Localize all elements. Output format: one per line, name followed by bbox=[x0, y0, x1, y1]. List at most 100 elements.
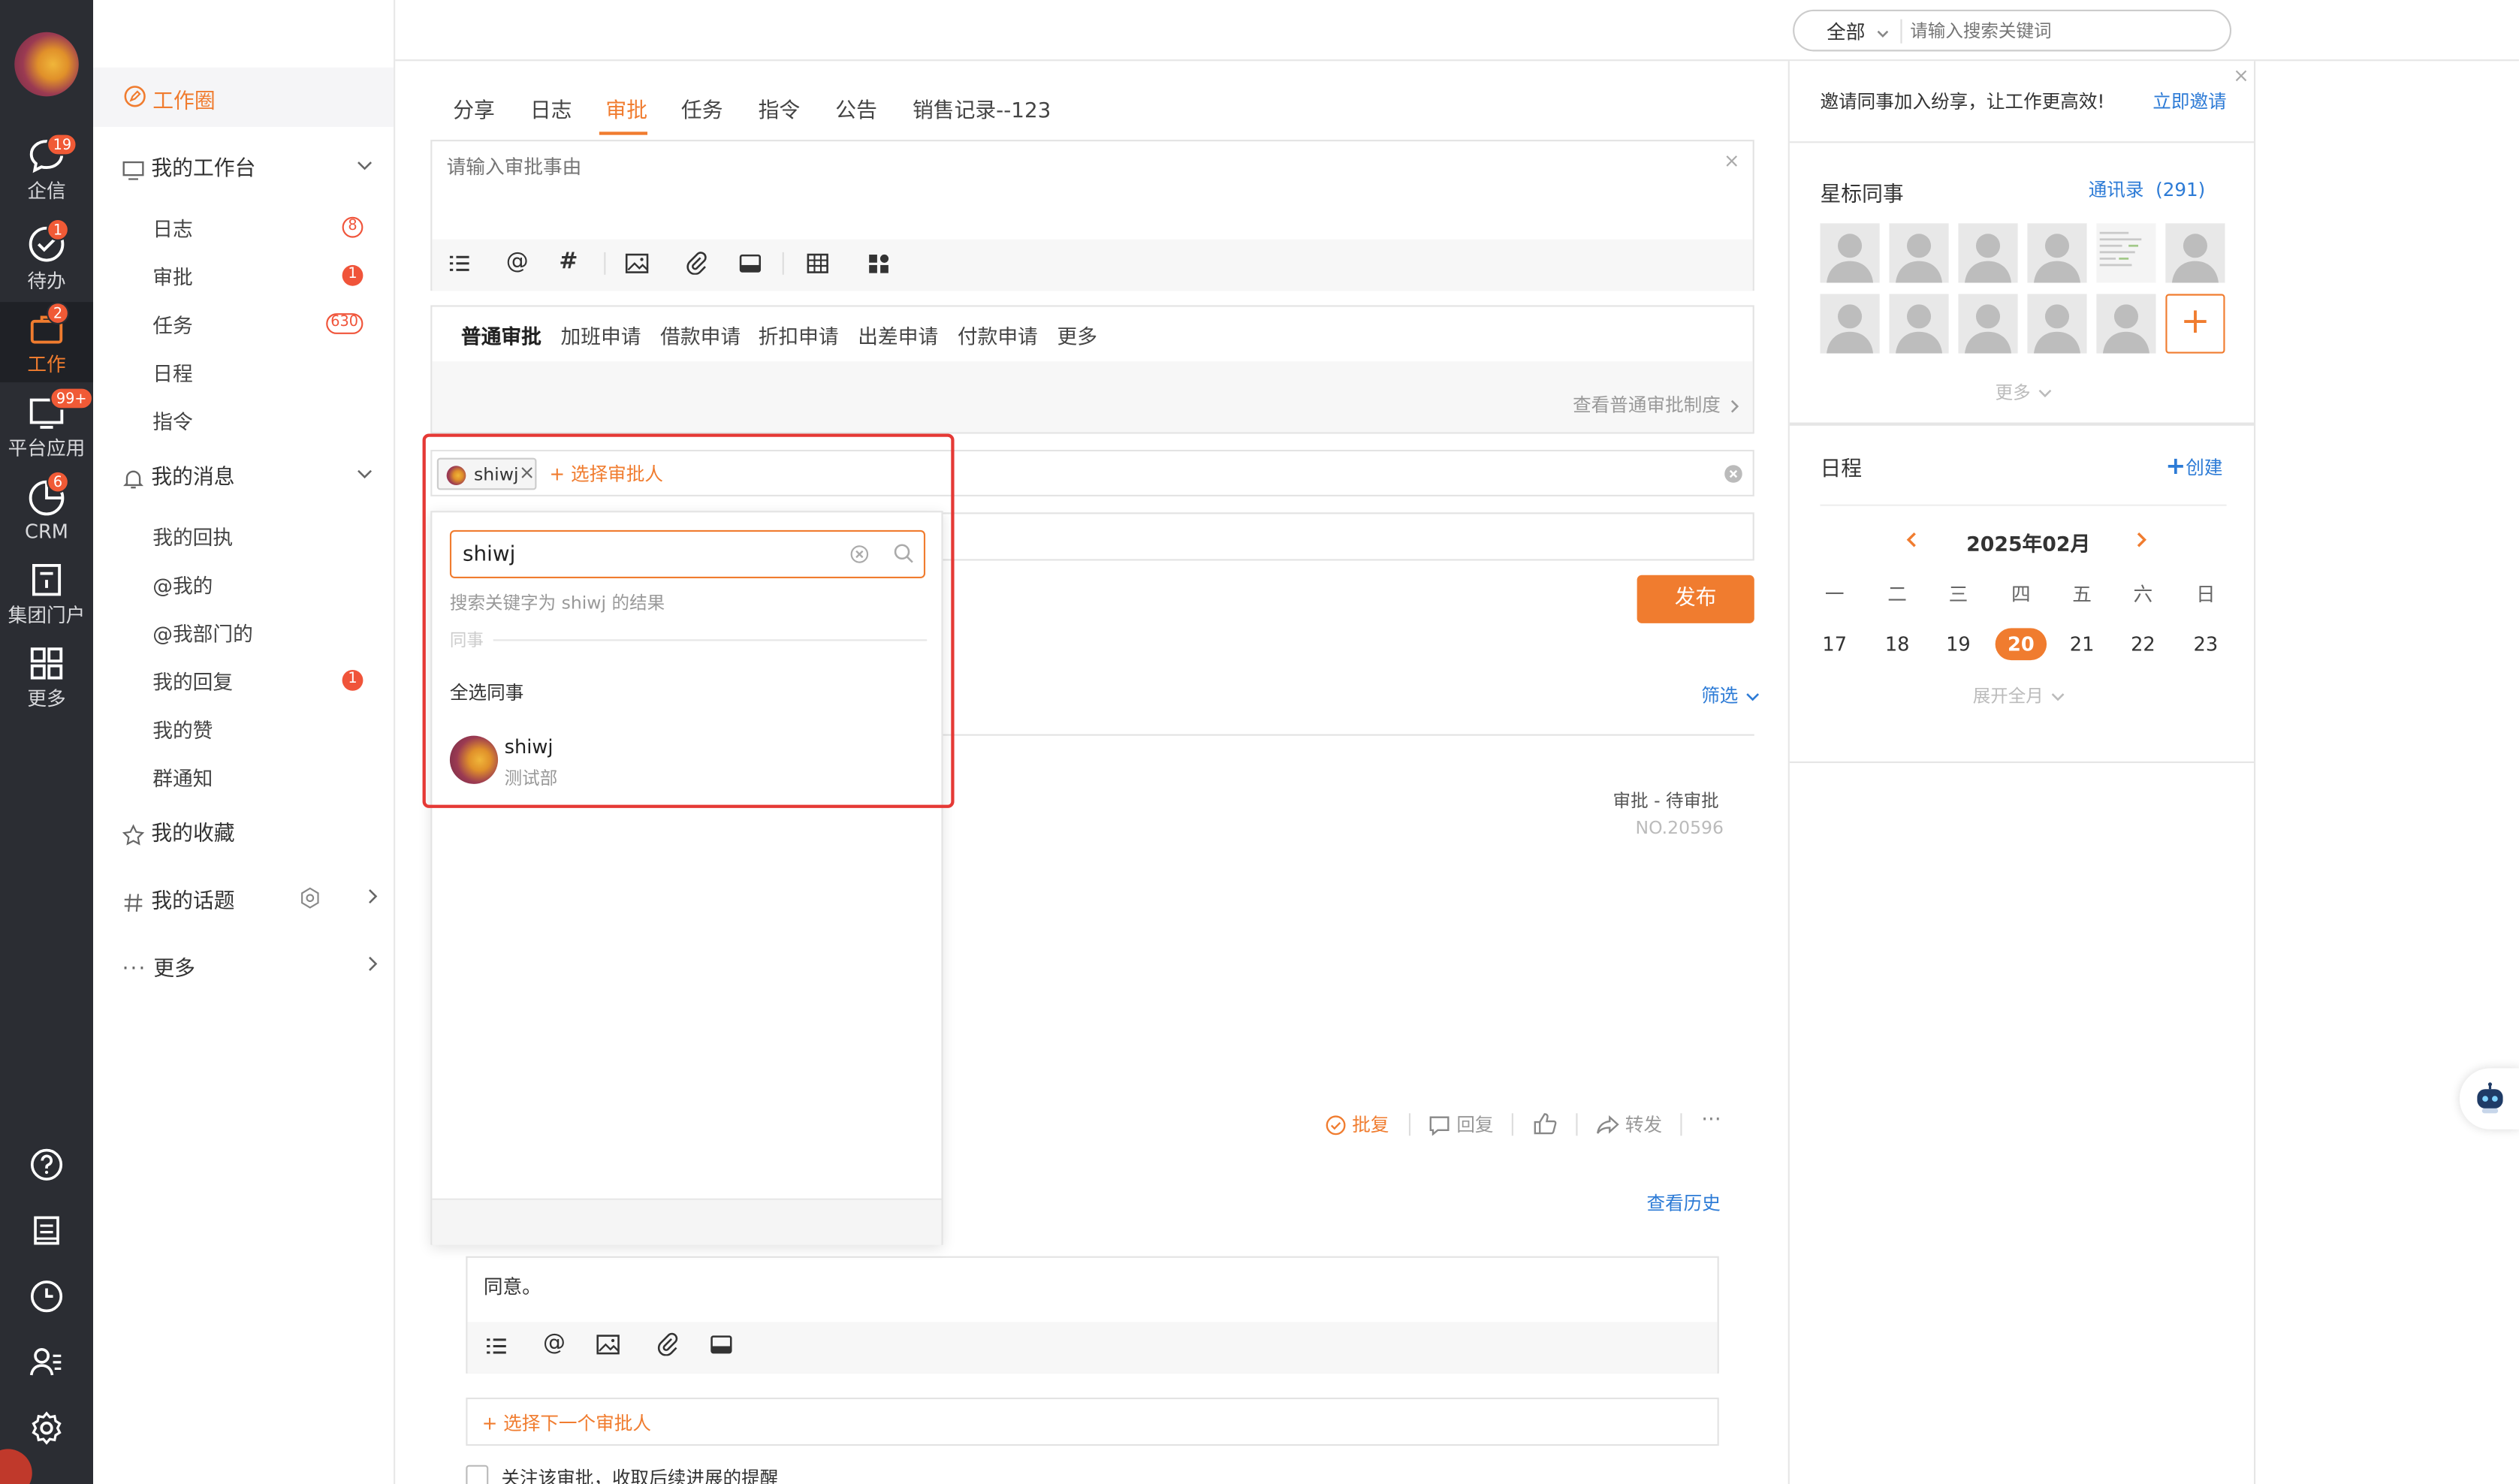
rail-item-crm[interactable]: CRM 6 bbox=[0, 470, 93, 549]
invite-link[interactable]: 立即邀请 bbox=[2152, 89, 2226, 114]
calendar-day[interactable]: 21 bbox=[2058, 633, 2106, 656]
calendar-day[interactable]: 22 bbox=[2119, 633, 2167, 656]
nav-group-messages[interactable]: 我的消息 bbox=[122, 460, 379, 490]
chevron-left-icon[interactable] bbox=[1902, 530, 1922, 550]
image-icon[interactable] bbox=[596, 1333, 620, 1356]
image-icon[interactable] bbox=[625, 252, 649, 275]
approval-type-loan[interactable]: 借款申请 bbox=[660, 320, 741, 351]
storage-disk-icon[interactable] bbox=[739, 252, 762, 275]
approval-type-travel[interactable]: 出差申请 bbox=[858, 320, 938, 351]
chevron-right-icon[interactable] bbox=[2131, 530, 2151, 550]
storage-disk-icon[interactable] bbox=[710, 1333, 732, 1356]
help-icon[interactable] bbox=[29, 1147, 65, 1189]
list-icon[interactable] bbox=[448, 252, 471, 275]
approval-type-more[interactable]: 更多 bbox=[1057, 320, 1097, 351]
history-clock-icon[interactable] bbox=[29, 1279, 65, 1321]
colleague-avatar[interactable] bbox=[1820, 294, 1880, 354]
view-history-link[interactable]: 查看历史 bbox=[1646, 1190, 1720, 1216]
table-icon[interactable] bbox=[807, 252, 829, 275]
clear-circle-icon[interactable] bbox=[1724, 464, 1743, 484]
tab-log[interactable]: 日志 bbox=[530, 93, 572, 124]
nav-item-work-circle[interactable]: 工作圈 bbox=[93, 67, 394, 127]
rail-item-group-portal[interactable]: 集团门户 bbox=[0, 563, 93, 633]
calendar-day[interactable]: 18 bbox=[1873, 633, 1921, 656]
mention-icon[interactable]: @ bbox=[543, 1330, 566, 1356]
approval-type-overtime[interactable]: 加班申请 bbox=[561, 320, 641, 351]
calendar-day[interactable]: 17 bbox=[1811, 633, 1859, 656]
colleague-avatar[interactable] bbox=[1820, 223, 1880, 283]
approval-type-discount[interactable]: 折扣申请 bbox=[759, 320, 839, 351]
colleague-avatar[interactable] bbox=[2096, 223, 2156, 283]
tab-task[interactable]: 任务 bbox=[681, 93, 723, 124]
contacts-link[interactable]: 通讯录 (291) bbox=[2089, 176, 2206, 202]
rail-item-more[interactable]: 更多 bbox=[0, 646, 93, 716]
contacts-icon[interactable] bbox=[29, 1344, 65, 1386]
nav-item-my-replies[interactable]: 我的回复 bbox=[152, 665, 233, 696]
nav-item-at-me[interactable]: @我的 bbox=[152, 569, 213, 599]
colleague-avatar[interactable] bbox=[2096, 294, 2156, 354]
apps-shapes-icon[interactable] bbox=[867, 252, 890, 275]
tab-share[interactable]: 分享 bbox=[453, 93, 495, 124]
like-thumb-icon[interactable] bbox=[1533, 1111, 1558, 1136]
select-next-approver-link[interactable]: + 选择下一个审批人 bbox=[482, 1410, 651, 1436]
nav-item-favorites[interactable]: 我的收藏 bbox=[122, 816, 235, 846]
close-icon[interactable]: × bbox=[1724, 149, 1740, 172]
scope-select[interactable]: 全部 bbox=[1827, 18, 1890, 45]
nav-item-schedule[interactable]: 日程 bbox=[152, 357, 394, 388]
settings-gear-icon[interactable] bbox=[299, 887, 321, 909]
calendar-day[interactable]: 23 bbox=[2182, 633, 2230, 656]
filter-button[interactable]: 筛选 bbox=[1701, 683, 1760, 708]
approval-type-payment[interactable]: 付款申请 bbox=[958, 320, 1038, 351]
next-approver-field[interactable]: + 选择下一个审批人 bbox=[466, 1397, 1719, 1446]
approve-action[interactable]: 批复 bbox=[1326, 1111, 1389, 1137]
mention-icon[interactable]: @ bbox=[506, 249, 529, 275]
list-icon[interactable] bbox=[485, 1335, 508, 1358]
more-ellipsis-icon[interactable]: ··· bbox=[1701, 1108, 1721, 1133]
nav-item-at-my-dept[interactable]: @我部门的 bbox=[152, 617, 253, 647]
nav-group-workbench[interactable]: 我的工作台 bbox=[122, 151, 379, 182]
colleague-avatar[interactable] bbox=[2027, 294, 2087, 354]
tab-command[interactable]: 指令 bbox=[759, 93, 801, 124]
notes-icon[interactable] bbox=[29, 1213, 65, 1255]
colleague-avatar[interactable] bbox=[1958, 223, 2018, 283]
colleague-avatar[interactable] bbox=[1958, 294, 2018, 354]
hashtag-icon[interactable]: # bbox=[559, 249, 578, 275]
comment-text[interactable]: 同意。 bbox=[484, 1272, 542, 1299]
colleague-avatar[interactable] bbox=[1889, 294, 1949, 354]
create-schedule-button[interactable]: +创建 bbox=[2165, 451, 2222, 481]
attachment-icon[interactable] bbox=[684, 251, 707, 275]
search-input[interactable] bbox=[1910, 16, 2216, 45]
nav-item-my-likes[interactable]: 我的赞 bbox=[152, 713, 213, 744]
assistant-bot-button[interactable] bbox=[2459, 1068, 2519, 1130]
settings-gear-icon[interactable] bbox=[29, 1410, 65, 1452]
user-avatar[interactable] bbox=[14, 32, 79, 97]
expand-month-toggle[interactable]: 展开全月 bbox=[1973, 683, 2065, 708]
publish-button[interactable]: 发布 bbox=[1637, 575, 1754, 623]
rail-item-todo[interactable]: 待办 1 bbox=[0, 218, 93, 295]
follow-checkbox[interactable] bbox=[466, 1464, 489, 1484]
nav-item-command[interactable]: 指令 bbox=[152, 405, 394, 436]
colleague-avatar[interactable] bbox=[1889, 223, 1949, 283]
rail-item-platform-apps[interactable]: 平台应用 99+ bbox=[0, 387, 94, 466]
tab-approval[interactable]: 审批 bbox=[605, 93, 647, 124]
nav-item-group-notices[interactable]: 群通知 bbox=[152, 762, 213, 792]
reply-action[interactable]: 回复 bbox=[1428, 1111, 1494, 1137]
reason-textarea[interactable] bbox=[446, 152, 1716, 234]
nav-item-receipts[interactable]: 我的回执 bbox=[152, 520, 233, 551]
colleague-avatar[interactable] bbox=[2027, 223, 2087, 283]
close-icon[interactable]: × bbox=[2233, 65, 2249, 87]
add-starred-button[interactable]: + bbox=[2165, 294, 2225, 354]
nav-item-topics[interactable]: 我的话题 bbox=[122, 883, 388, 914]
approval-type-normal[interactable]: 普通审批 bbox=[461, 320, 542, 351]
more-starred-toggle[interactable]: 更多 bbox=[1996, 379, 2053, 405]
rail-item-qixin[interactable]: 企信 19 bbox=[0, 133, 93, 209]
colleague-avatar[interactable] bbox=[2165, 223, 2225, 283]
attachment-icon[interactable] bbox=[656, 1332, 678, 1356]
forward-action[interactable]: 转发 bbox=[1595, 1111, 1662, 1137]
view-rules-link[interactable]: 查看普通审批制度 bbox=[1573, 392, 1742, 418]
tab-sales-record[interactable]: 销售记录--123 bbox=[913, 93, 1051, 124]
rail-item-work[interactable]: 工作 2 bbox=[0, 302, 94, 383]
calendar-day[interactable]: 19 bbox=[1934, 633, 1982, 656]
nav-item-more[interactable]: ··· 更多 bbox=[122, 951, 388, 982]
tab-notice[interactable]: 公告 bbox=[835, 93, 877, 124]
